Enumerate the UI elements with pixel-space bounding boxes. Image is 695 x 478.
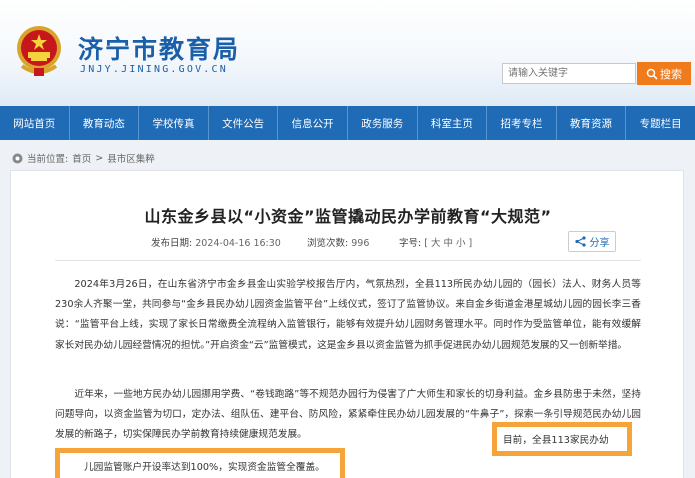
publish-date-value: 2024-04-16 16:30 [195, 238, 281, 249]
font-size-meta: 字号: [ 大 中 小 ] [399, 235, 472, 249]
nav-item-exams[interactable]: 招考专栏 [487, 106, 557, 140]
highlight-text-2: 儿园监管账户开设率达到100%，实现资金监管全覆盖。 [84, 461, 325, 473]
site-title[interactable]: 济宁市教育局 [78, 30, 240, 66]
views-meta: 浏览次数: 996 [307, 235, 369, 249]
breadcrumb-section-link[interactable]: 县市区集粹 [107, 151, 155, 165]
nav-item-resources[interactable]: 教育资源 [557, 106, 627, 140]
article-title: 山东金乡县以“小资金”监管撬动民办学前教育“大规范” [144, 207, 552, 226]
highlight-box-1: 目前，全县113家民办幼 [492, 422, 632, 456]
nav-item-home[interactable]: 网站首页 [0, 106, 70, 140]
site-url: JNJY.JINING.GOV.CN [80, 64, 228, 75]
publish-date-meta: 发布日期: 2024-04-16 16:30 [151, 235, 281, 249]
share-icon [574, 236, 586, 247]
views-label: 浏览次数: [307, 238, 349, 249]
breadcrumb-separator: > [95, 152, 104, 164]
location-icon [12, 153, 23, 163]
views-value: 996 [351, 238, 370, 249]
nav-item-topics[interactable]: 专题栏目 [626, 106, 695, 140]
breadcrumb: 当前位置: 首页 > 县市区集粹 [12, 151, 155, 165]
national-emblem-icon [17, 26, 61, 76]
nav-item-announcements[interactable]: 文件公告 [209, 106, 279, 140]
search-icon [646, 68, 658, 80]
share-label: 分享 [589, 238, 610, 249]
meta-divider [55, 260, 641, 261]
font-size-options[interactable]: [ 大 中 小 ] [424, 238, 472, 249]
font-size-label: 字号: [399, 238, 422, 249]
nav-item-departments[interactable]: 科室主页 [418, 106, 488, 140]
breadcrumb-prefix: 当前位置: [27, 154, 69, 165]
highlight-text-1: 目前，全县113家民办幼 [503, 435, 609, 446]
search-button-label: 搜索 [660, 67, 682, 81]
site-header: 济宁市教育局 JNJY.JINING.GOV.CN 搜索 [0, 0, 695, 106]
share-button[interactable]: 分享 [568, 231, 616, 252]
nav-item-school-news[interactable]: 学校传真 [139, 106, 209, 140]
article-paragraph-1: 2024年3月26日，在山东省济宁市金乡县金山实验学校报告厅内，气氛热烈，全县1… [55, 279, 641, 351]
nav-item-gov-services[interactable]: 政务服务 [348, 106, 418, 140]
highlight-box-2: 儿园监管账户开设率达到100%，实现资金监管全覆盖。 [55, 448, 345, 478]
nav-item-education-news[interactable]: 教育动态 [70, 106, 140, 140]
search-input[interactable] [502, 63, 636, 84]
main-nav: 网站首页 教育动态 学校传真 文件公告 信息公开 政务服务 科室主页 招考专栏 … [0, 106, 695, 140]
search-button[interactable]: 搜索 [637, 62, 691, 85]
breadcrumb-home-link[interactable]: 首页 [72, 151, 91, 165]
publish-date-label: 发布日期: [151, 238, 193, 249]
nav-item-info-disclosure[interactable]: 信息公开 [278, 106, 348, 140]
